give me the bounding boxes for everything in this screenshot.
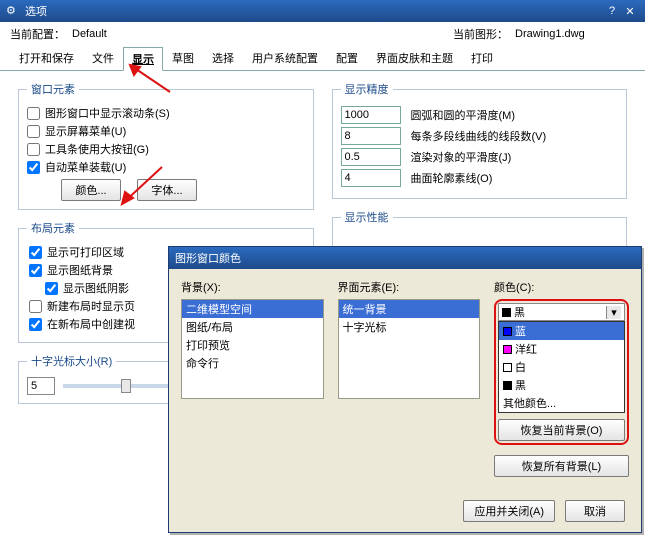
tab-7[interactable]: 界面皮肤和主题 [367,46,462,70]
color-swatch [503,363,512,372]
color-button[interactable]: 颜色... [61,179,121,201]
help-icon[interactable]: ? [603,3,621,19]
precision-input[interactable] [341,148,401,166]
precision-row-3: 曲面轮廓素线(O) [341,169,619,187]
highlight-box: 黑 ▾ 蓝洋红白黑其他颜色... 恢复当前背景(O) [494,299,629,445]
checkbox[interactable] [29,246,42,259]
restore-all-button[interactable]: 恢复所有背景(L) [494,455,629,477]
color-dropdown-list[interactable]: 蓝洋红白黑其他颜色... [498,321,625,413]
tab-0[interactable]: 打开和保存 [10,46,83,70]
apply-close-button[interactable]: 应用并关闭(A) [463,500,555,522]
display-precision-group: 显示精度 圆弧和圆的平滑度(M) 每条多段线曲线的线段数(V) 渲染对象的平滑度(J… [332,81,628,199]
sub-title: 图形窗口颜色 [175,250,635,266]
color-label: 颜色(C): [494,279,629,295]
precision-legend: 显示精度 [341,81,393,97]
palette-label: 其他颜色... [503,395,556,411]
palette-item[interactable]: 白 [499,358,624,376]
context-item[interactable]: 打印预览 [182,336,323,354]
context-listbox[interactable]: 二维模型空间图纸/布局打印预览命令行 [181,299,324,399]
precision-label: 渲染对象的平滑度(J) [411,149,512,165]
element-listbox[interactable]: 统一背景十字光标 [338,299,481,399]
element-label: 界面元素(E): [338,279,481,295]
precision-label: 曲面轮廓素线(O) [411,170,493,186]
color-swatch [503,381,512,390]
element-item[interactable]: 统一背景 [339,300,480,318]
arrow-annotation [120,62,180,102]
palette-item[interactable]: 洋红 [499,340,624,358]
window-opt-2[interactable]: 工具条使用大按钮(G) [27,141,305,157]
color-swatch [502,308,511,317]
checkbox[interactable] [29,264,42,277]
app-icon: ⚙ [6,4,20,18]
tab-6[interactable]: 配置 [327,46,367,70]
palette-label: 白 [515,359,526,375]
palette-item[interactable]: 其他颜色... [499,394,624,412]
tabs: 打开和保存文件显示草图选择用户系统配置配置界面皮肤和主题打印 [0,46,645,71]
checkbox-label: 显示图纸背景 [47,262,113,278]
checkbox[interactable] [29,300,42,313]
palette-label: 黑 [515,377,526,393]
checkbox[interactable] [27,143,40,156]
checkbox-label: 工具条使用大按钮(G) [45,141,149,157]
tab-1[interactable]: 文件 [83,46,123,70]
checkbox[interactable] [45,282,58,295]
context-label: 背景(X): [181,279,324,295]
precision-row-0: 圆弧和圆的平滑度(M) [341,106,619,124]
tab-4[interactable]: 选择 [203,46,243,70]
color-combo-value: 黑 [514,304,525,320]
tab-5[interactable]: 用户系统配置 [243,46,327,70]
checkbox-label: 新建布局时显示页 [47,298,135,314]
context-item[interactable]: 图纸/布局 [182,318,323,336]
chevron-down-icon[interactable]: ▾ [606,306,621,319]
current-drawing-label: 当前图形： [453,26,509,42]
perf-legend: 显示性能 [341,209,393,225]
palette-item[interactable]: 蓝 [499,322,624,340]
palette-item[interactable]: 黑 [499,376,624,394]
checkbox-label: 显示屏幕菜单(U) [45,123,126,139]
close-icon[interactable]: ✕ [621,3,639,19]
checkbox[interactable] [27,107,40,120]
element-item[interactable]: 十字光标 [339,318,480,336]
precision-input[interactable] [341,106,401,124]
color-swatch [503,345,512,354]
arrow-annotation [114,162,174,212]
restore-current-button[interactable]: 恢复当前背景(O) [498,419,625,441]
context-item[interactable]: 二维模型空间 [182,300,323,318]
precision-input[interactable] [341,169,401,187]
checkbox-label: 图形窗口中显示滚动条(S) [45,105,170,121]
cursor-legend: 十字光标大小(R) [27,353,116,369]
color-combo[interactable]: 黑 ▾ [498,303,625,321]
tab-8[interactable]: 打印 [462,46,502,70]
main-titlebar: ⚙ 选项 ? ✕ [0,0,645,22]
sub-titlebar: 图形窗口颜色 [169,247,641,269]
color-dialog: 图形窗口颜色 背景(X): 二维模型空间图纸/布局打印预览命令行 界面元素(E)… [168,246,642,533]
cancel-button[interactable]: 取消 [565,500,625,522]
precision-row-1: 每条多段线曲线的线段数(V) [341,127,619,145]
checkbox[interactable] [29,318,42,331]
current-config-label: 当前配置： [10,26,66,42]
palette-label: 蓝 [515,323,526,339]
slider-knob[interactable] [121,379,131,393]
cursor-size-input[interactable] [27,377,55,395]
current-drawing-value: Drawing1.dwg [515,28,635,40]
color-swatch [503,327,512,336]
main-title: 选项 [25,3,603,19]
window-opt-0[interactable]: 图形窗口中显示滚动条(S) [27,105,305,121]
precision-row-2: 渲染对象的平滑度(J) [341,148,619,166]
context-item[interactable]: 命令行 [182,354,323,372]
checkbox[interactable] [27,161,40,174]
palette-label: 洋红 [515,341,537,357]
checkbox[interactable] [27,125,40,138]
precision-input[interactable] [341,127,401,145]
config-row: 当前配置： Default 当前图形： Drawing1.dwg [0,22,645,44]
precision-label: 圆弧和圆的平滑度(M) [411,107,516,123]
window-opt-1[interactable]: 显示屏幕菜单(U) [27,123,305,139]
precision-label: 每条多段线曲线的线段数(V) [411,128,547,144]
checkbox-label: 显示可打印区域 [47,244,124,260]
checkbox-label: 显示图纸阴影 [63,280,129,296]
current-config-value: Default [72,28,192,40]
window-elements-legend: 窗口元素 [27,81,79,97]
layout-legend: 布局元素 [27,220,79,236]
checkbox-label: 在新布局中创建视 [47,316,135,332]
